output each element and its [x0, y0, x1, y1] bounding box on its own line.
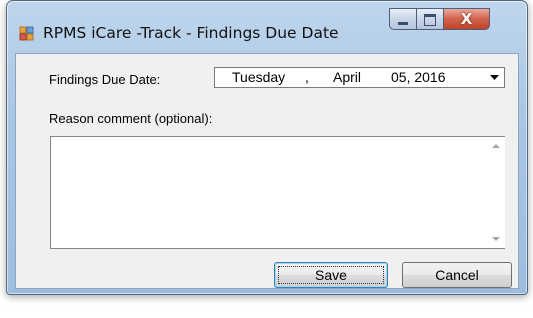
chevron-down-icon[interactable]: [486, 69, 503, 86]
dialog-client-area: Findings Due Date: Tuesday , April 05, 2…: [15, 53, 519, 289]
scroll-down-icon[interactable]: [492, 237, 500, 241]
title-bar[interactable]: RPMS iCare -Track - Findings Due Date X: [7, 1, 527, 53]
textarea-scrollbar[interactable]: [488, 137, 505, 248]
save-button[interactable]: Save: [274, 262, 388, 288]
app-icon[interactable]: [19, 25, 35, 41]
due-date-month[interactable]: April: [333, 69, 361, 85]
due-date-picker[interactable]: Tuesday , April 05, 2016: [214, 67, 505, 88]
window-title: RPMS iCare -Track - Findings Due Date: [43, 24, 339, 42]
cancel-button-label: Cancel: [435, 267, 479, 283]
window-controls: X: [389, 8, 490, 30]
due-date-separator: ,: [305, 69, 309, 85]
due-date-day-year[interactable]: 05, 2016: [391, 69, 446, 85]
minimize-button[interactable]: [389, 8, 416, 30]
close-icon: X: [460, 10, 473, 28]
maximize-icon: [424, 14, 436, 26]
due-date-label: Findings Due Date:: [49, 72, 161, 87]
minimize-icon: [398, 22, 408, 25]
cancel-button[interactable]: Cancel: [402, 262, 512, 288]
close-button[interactable]: X: [444, 8, 490, 30]
reason-comment-textarea[interactable]: [50, 136, 505, 249]
reason-label: Reason comment (optional):: [49, 111, 213, 126]
scroll-up-icon[interactable]: [492, 144, 500, 148]
due-date-weekday[interactable]: Tuesday: [232, 69, 285, 85]
maximize-button[interactable]: [416, 8, 444, 30]
focus-rectangle: [278, 266, 384, 284]
dialog-window: RPMS iCare -Track - Findings Due Date X …: [6, 0, 528, 295]
